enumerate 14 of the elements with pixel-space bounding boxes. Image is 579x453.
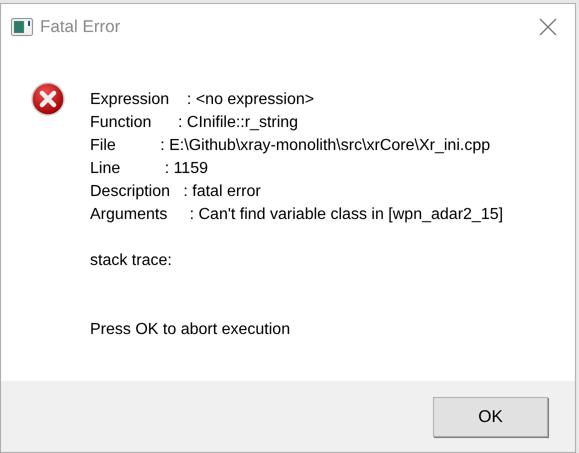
error-detail-line: Arguments : Can't find variable class in [wpn_adar2_15] xyxy=(90,205,504,225)
close-button[interactable] xyxy=(537,16,559,38)
error-detail-line: File : E:\Github\xray-monolith\src\xrCore\Xr_ini.cpp xyxy=(90,136,492,156)
error-icon xyxy=(31,82,65,116)
ok-button[interactable]: OK xyxy=(433,396,548,436)
prompt-text: Press OK to abort execution xyxy=(90,320,292,340)
error-detail-line: Function : CInifile::r_string xyxy=(90,113,300,133)
error-detail-line: Expression : <no expression> xyxy=(90,90,316,110)
close-icon xyxy=(539,18,557,36)
app-window-icon xyxy=(11,18,33,36)
window-title: Fatal Error xyxy=(40,16,120,38)
error-detail-line: Line : 1159 xyxy=(90,159,209,179)
stack-trace-label: stack trace: xyxy=(90,251,173,271)
error-detail-line: Description : fatal error xyxy=(90,182,262,202)
